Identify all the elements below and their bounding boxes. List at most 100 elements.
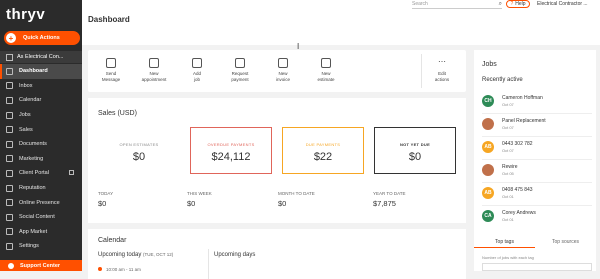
card-title: OVERDUE PAYMENTS	[207, 142, 255, 147]
card-title: DUE PAYMENTS	[305, 142, 341, 147]
sidebar-item-app-market[interactable]: App Market	[0, 225, 82, 240]
quick-actions-button[interactable]: + Quick Actions	[4, 31, 80, 45]
external-link-icon	[69, 170, 74, 176]
new-invoice-button[interactable]: New invoice	[263, 58, 303, 82]
stat-label: YEAR TO DATE	[373, 191, 406, 196]
sidebar-item-label: Jobs	[19, 112, 31, 119]
grid-icon	[6, 53, 13, 61]
card-title: NOT YET DUE	[399, 142, 431, 147]
list-item[interactable]: CH Cameron Hoffman Oct 07	[482, 91, 592, 115]
sidebar-item-social-content[interactable]: Social Content	[0, 210, 82, 225]
stat-label: THIS WEEK	[187, 191, 212, 196]
quick-actions-label: Quick Actions	[23, 35, 60, 41]
question-icon: ?	[510, 1, 514, 7]
job-date: Oct 07	[502, 102, 514, 107]
new-estimate-button[interactable]: New estimate	[306, 58, 346, 82]
message-icon	[106, 58, 116, 68]
jobs-tabs: Top tags Top sources	[474, 237, 596, 248]
sidebar-item-jobs[interactable]: Jobs	[0, 108, 82, 123]
action-label: appointment	[141, 76, 167, 82]
sidebar-item-sales[interactable]: Sales	[0, 122, 82, 137]
search-icon[interactable]: ⌕	[499, 1, 502, 8]
sidebar-item-client-portal[interactable]: Client Portal	[0, 166, 82, 181]
sidebar-item-label: Documents	[19, 141, 47, 148]
job-name: 0408 475 843	[502, 187, 533, 193]
send-message-button[interactable]: Send Message	[91, 58, 131, 82]
not-yet-due-card[interactable]: NOT YET DUE $0	[374, 127, 456, 174]
today-date: (TUE, OCT 12)	[143, 252, 174, 257]
jobs-icon	[6, 111, 13, 119]
stat-label: MONTH TO DATE	[278, 191, 315, 196]
client-portal-icon	[6, 169, 13, 177]
divider	[208, 249, 209, 279]
job-date: Oct 05	[502, 171, 514, 176]
upcoming-today: Upcoming today (TUE, OCT 12)	[98, 252, 173, 258]
sidebar-item-label: Online Presence	[19, 199, 60, 206]
sidebar-item-documents[interactable]: Documents	[0, 137, 82, 152]
support-label: Support Center	[20, 262, 61, 269]
list-item[interactable]: Panel Replacement Oct 07	[482, 114, 592, 138]
tab-top-sources[interactable]: Top sources	[535, 237, 596, 247]
calendar-panel: Calendar Upcoming today (TUE, OCT 12) Up…	[88, 229, 466, 279]
calendar-event[interactable]: 10:00 am - 11 am	[98, 267, 141, 272]
new-appointment-button[interactable]: New appointment	[134, 58, 174, 82]
action-label: Message	[101, 76, 121, 82]
avatar: AB	[482, 187, 494, 199]
sidebar: thryv + Quick Actions As Electrical Con.…	[0, 0, 82, 271]
account-switcher[interactable]: As Electrical Con...	[0, 51, 82, 63]
thryv-logo[interactable]: thryv	[6, 6, 45, 23]
overdue-payments-card[interactable]: OVERDUE PAYMENTS $24,112	[190, 127, 272, 174]
quick-action-bar: Send Message New appointment Add job Reques…	[88, 50, 466, 92]
upcoming-days: Upcoming days	[214, 252, 256, 258]
sidebar-item-calendar[interactable]: Calendar	[0, 93, 82, 108]
business-name: Electrical Contractor ...	[537, 1, 588, 7]
job-name: Rewire	[502, 164, 518, 170]
sidebar-item-inbox[interactable]: Inbox	[0, 79, 82, 94]
job-date: Oct 07	[502, 125, 514, 130]
action-label: actions	[434, 76, 450, 82]
edit-actions-button[interactable]: ⋯ Edit actions	[422, 58, 462, 82]
help-button[interactable]: ? Help	[506, 0, 530, 8]
sidebar-item-dashboard[interactable]: Dashboard	[0, 64, 82, 79]
job-name: Cameron Hoffman	[502, 95, 543, 101]
sidebar-item-online-presence[interactable]: Online Presence	[0, 195, 82, 210]
jobs-subtitle: Recently active	[482, 77, 523, 83]
plus-icon: +	[6, 33, 16, 43]
documents-icon	[6, 140, 13, 148]
list-item[interactable]: AB 0408 475 843 Oct 01	[482, 183, 592, 207]
event-time: 10:00 am - 11 am	[106, 267, 141, 272]
globe-icon	[6, 199, 13, 207]
stat-this-week: THIS WEEK $0	[187, 191, 212, 208]
sidebar-item-reputation[interactable]: Reputation	[0, 181, 82, 196]
due-payments-card[interactable]: DUE PAYMENTS $22	[282, 127, 364, 174]
list-item[interactable]: CA Corey Andrews Oct 01	[482, 206, 592, 230]
header-area	[82, 9, 600, 45]
add-job-button[interactable]: Add job	[177, 58, 217, 82]
request-payment-button[interactable]: Request payment	[220, 58, 260, 82]
job-date: Oct 01	[502, 194, 514, 199]
support-center-button[interactable]: Support Center	[0, 260, 82, 271]
sidebar-item-marketing[interactable]: Marketing	[0, 152, 82, 167]
stat-value: $7,875	[373, 199, 396, 208]
sidebar-nav: Dashboard Inbox Calendar Jobs Sales Docu…	[0, 64, 82, 254]
sidebar-item-settings[interactable]: Settings	[0, 239, 82, 254]
help-label: Help	[515, 1, 526, 7]
sidebar-item-label: App Market	[19, 228, 48, 235]
tab-top-tags[interactable]: Top tags	[474, 237, 535, 248]
inbox-icon	[6, 82, 13, 90]
sidebar-item-label: Inbox	[19, 82, 33, 89]
card-value: $24,112	[211, 151, 251, 163]
dashboard-icon	[6, 67, 13, 75]
sidebar-item-label: Social Content	[19, 214, 55, 221]
action-label: estimate	[317, 76, 335, 82]
app-market-icon	[6, 228, 13, 236]
list-item[interactable]: AB 0443 302 782 Oct 07	[482, 137, 592, 161]
open-estimates-card[interactable]: OPEN ESTIMATES $0	[98, 127, 180, 174]
job-date: Oct 01	[502, 217, 514, 222]
sidebar-item-label: Client Portal	[19, 170, 49, 177]
action-label: payment	[231, 76, 249, 82]
search-input[interactable]: Search ⌕	[412, 1, 502, 9]
business-menu[interactable]: Electrical Contractor ...	[537, 1, 588, 7]
list-item[interactable]: Rewire Oct 05	[482, 160, 592, 184]
avatar: CH	[482, 95, 494, 107]
